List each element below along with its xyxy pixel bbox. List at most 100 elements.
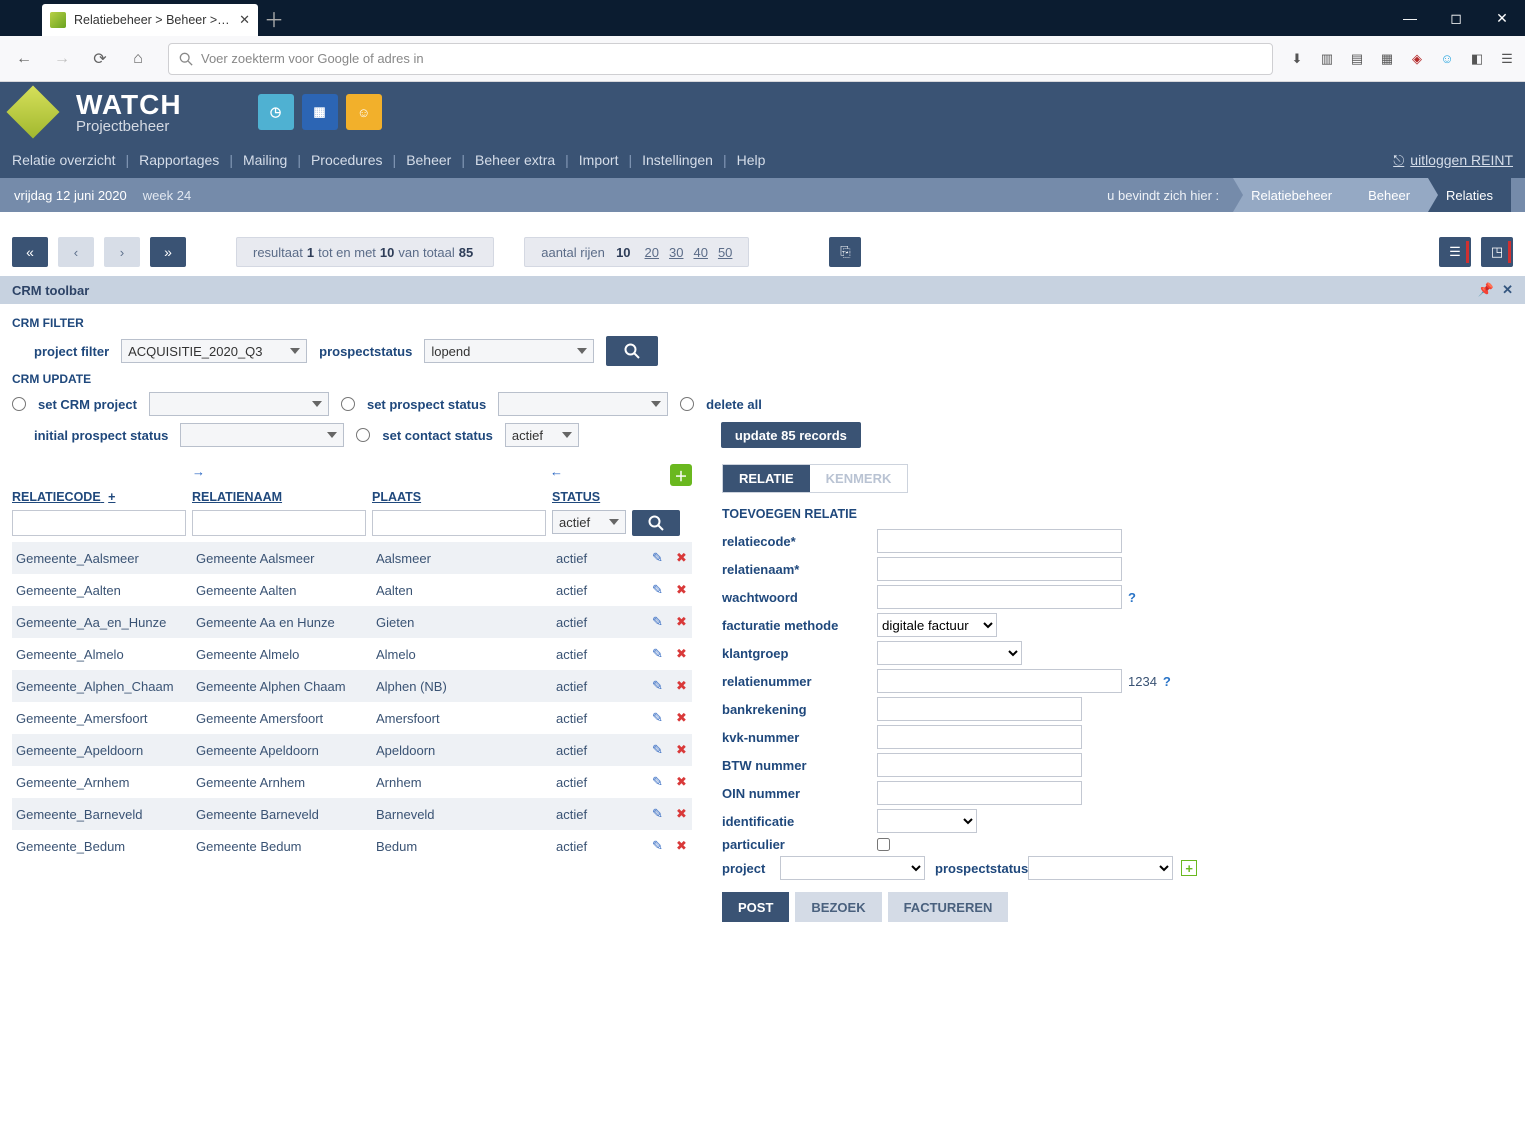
pin-icon[interactable]: 📌 (1478, 282, 1494, 298)
col-header-place[interactable]: PLAATS (372, 490, 552, 504)
delete-icon[interactable]: ✖ (676, 710, 692, 726)
delete-icon[interactable]: ✖ (676, 838, 692, 854)
menu-icon[interactable]: ☰ (1497, 49, 1517, 69)
set-crm-project-select[interactable] (149, 392, 329, 416)
tab-relatie[interactable]: RELATIE (723, 465, 810, 492)
sort-right-icon[interactable]: → (192, 464, 206, 486)
edit-icon[interactable]: ✎ (652, 678, 668, 694)
page-first-button[interactable]: « (12, 237, 48, 267)
set-contact-status-select[interactable]: actief (505, 423, 579, 447)
add-row-button[interactable]: ＋ (670, 464, 692, 486)
edit-icon[interactable]: ✎ (652, 710, 668, 726)
crm-search-button[interactable] (606, 336, 658, 366)
table-row[interactable]: Gemeente_Alphen_ChaamGemeente Alphen Cha… (12, 670, 692, 702)
delete-all-radio[interactable] (680, 397, 694, 411)
bezoek-button[interactable]: BEZOEK (795, 892, 881, 922)
set-prospect-status-select[interactable] (498, 392, 668, 416)
ghost-icon[interactable]: ☺ (1437, 49, 1457, 69)
table-row[interactable]: Gemeente_AmersfoortGemeente AmersfoortAm… (12, 702, 692, 734)
nav-item[interactable]: Relatie overzicht (12, 152, 116, 168)
wachtwoord-input[interactable] (877, 585, 1122, 609)
facturatie-select[interactable]: digitale factuur (877, 613, 997, 637)
tab-kenmerk[interactable]: KENMERK (810, 465, 908, 492)
table-row[interactable]: Gemeente_ArnhemGemeente ArnhemArnhemacti… (12, 766, 692, 798)
window-maximize-icon[interactable]: ◻ (1433, 0, 1479, 36)
rows-option[interactable]: 30 (669, 245, 683, 260)
nav-home-icon[interactable]: ⌂ (122, 43, 154, 75)
delete-icon[interactable]: ✖ (676, 550, 692, 566)
relatiecode-input[interactable] (877, 529, 1122, 553)
oin-input[interactable] (877, 781, 1082, 805)
nav-item[interactable]: Mailing (243, 152, 287, 168)
tile-calendar-icon[interactable]: ▦ (302, 94, 338, 130)
window-minimize-icon[interactable]: — (1387, 0, 1433, 36)
edit-icon[interactable]: ✎ (652, 742, 668, 758)
ublock-icon[interactable]: ◈ (1407, 49, 1427, 69)
breadcrumb-seg[interactable]: Relatiebeheer (1233, 178, 1350, 212)
reader-icon[interactable]: ▤ (1347, 49, 1367, 69)
breadcrumb-seg[interactable]: Relaties (1428, 178, 1511, 212)
table-row[interactable]: Gemeente_AlmeloGemeente AlmeloAlmeloacti… (12, 638, 692, 670)
close-icon[interactable]: ✕ (1502, 282, 1513, 298)
nav-back-icon[interactable]: ← (8, 43, 40, 75)
bankrekening-input[interactable] (877, 697, 1082, 721)
edit-icon[interactable]: ✎ (652, 582, 668, 598)
col-header-code[interactable]: RELATIECODE + (12, 490, 192, 504)
table-row[interactable]: Gemeente_ApeldoornGemeente ApeldoornApel… (12, 734, 692, 766)
help-icon[interactable]: ? (1163, 674, 1171, 689)
browser-tab[interactable]: Relatiebeheer > Beheer > Relat ✕ (42, 4, 258, 36)
tab-close-icon[interactable]: ✕ (239, 12, 250, 28)
edit-icon[interactable]: ✎ (652, 614, 668, 630)
nav-item[interactable]: Import (579, 152, 619, 168)
window-close-icon[interactable]: ✕ (1479, 0, 1525, 36)
delete-icon[interactable]: ✖ (676, 678, 692, 694)
edit-icon[interactable]: ✎ (652, 838, 668, 854)
set-prospect-status-radio[interactable] (341, 397, 355, 411)
post-button[interactable]: POST (722, 892, 789, 922)
delete-icon[interactable]: ✖ (676, 582, 692, 598)
rows-option[interactable]: 50 (718, 245, 732, 260)
particulier-checkbox[interactable] (877, 838, 890, 851)
library-icon[interactable]: ▥ (1317, 49, 1337, 69)
breadcrumb-seg[interactable]: Beheer (1350, 178, 1428, 212)
panel-tools-button[interactable]: ◳ (1481, 237, 1513, 267)
edit-icon[interactable]: ✎ (652, 550, 668, 566)
filter-status-select[interactable]: actief (552, 510, 626, 534)
nav-item[interactable]: Instellingen (642, 152, 713, 168)
delete-icon[interactable]: ✖ (676, 646, 692, 662)
table-row[interactable]: Gemeente_AalsmeerGemeente AalsmeerAalsme… (12, 542, 692, 574)
filter-name-input[interactable] (192, 510, 366, 536)
prospectstatus-select[interactable]: lopend (424, 339, 594, 363)
table-row[interactable]: Gemeente_AaltenGemeente AaltenAaltenacti… (12, 574, 692, 606)
set-crm-project-radio[interactable] (12, 397, 26, 411)
relatienummer-input[interactable] (877, 669, 1122, 693)
add-project-icon[interactable]: + (1181, 860, 1197, 876)
project-select[interactable] (780, 856, 925, 880)
rows-option[interactable]: 20 (645, 245, 659, 260)
tile-clock-icon[interactable]: ◷ (258, 94, 294, 130)
set-contact-status-radio[interactable] (356, 428, 370, 442)
factureren-button[interactable]: FACTUREREN (888, 892, 1009, 922)
nav-forward-icon[interactable]: → (46, 43, 78, 75)
page-next-button[interactable]: › (104, 237, 140, 267)
grid-search-button[interactable] (632, 510, 680, 536)
delete-icon[interactable]: ✖ (676, 614, 692, 630)
help-icon[interactable]: ? (1128, 590, 1136, 605)
rows-option[interactable]: 40 (693, 245, 707, 260)
relatienaam-input[interactable] (877, 557, 1122, 581)
table-row[interactable]: Gemeente_Aa_en_HunzeGemeente Aa en Hunze… (12, 606, 692, 638)
delete-icon[interactable]: ✖ (676, 742, 692, 758)
nav-item[interactable]: Help (737, 152, 766, 168)
extension-icon[interactable]: ◧ (1467, 49, 1487, 69)
update-records-button[interactable]: update 85 records (721, 422, 861, 448)
nav-item[interactable]: Beheer extra (475, 152, 555, 168)
logout-link[interactable]: ⎋ uitloggen REINT (1393, 152, 1513, 169)
btw-input[interactable] (877, 753, 1082, 777)
col-header-name[interactable]: RELATIENAAM (192, 490, 372, 504)
filter-code-input[interactable] (12, 510, 186, 536)
page-last-button[interactable]: » (150, 237, 186, 267)
table-row[interactable]: Gemeente_BarneveldGemeente BarneveldBarn… (12, 798, 692, 830)
nav-item[interactable]: Rapportages (139, 152, 219, 168)
prospectstatus-form-select[interactable] (1028, 856, 1173, 880)
edit-icon[interactable]: ✎ (652, 774, 668, 790)
